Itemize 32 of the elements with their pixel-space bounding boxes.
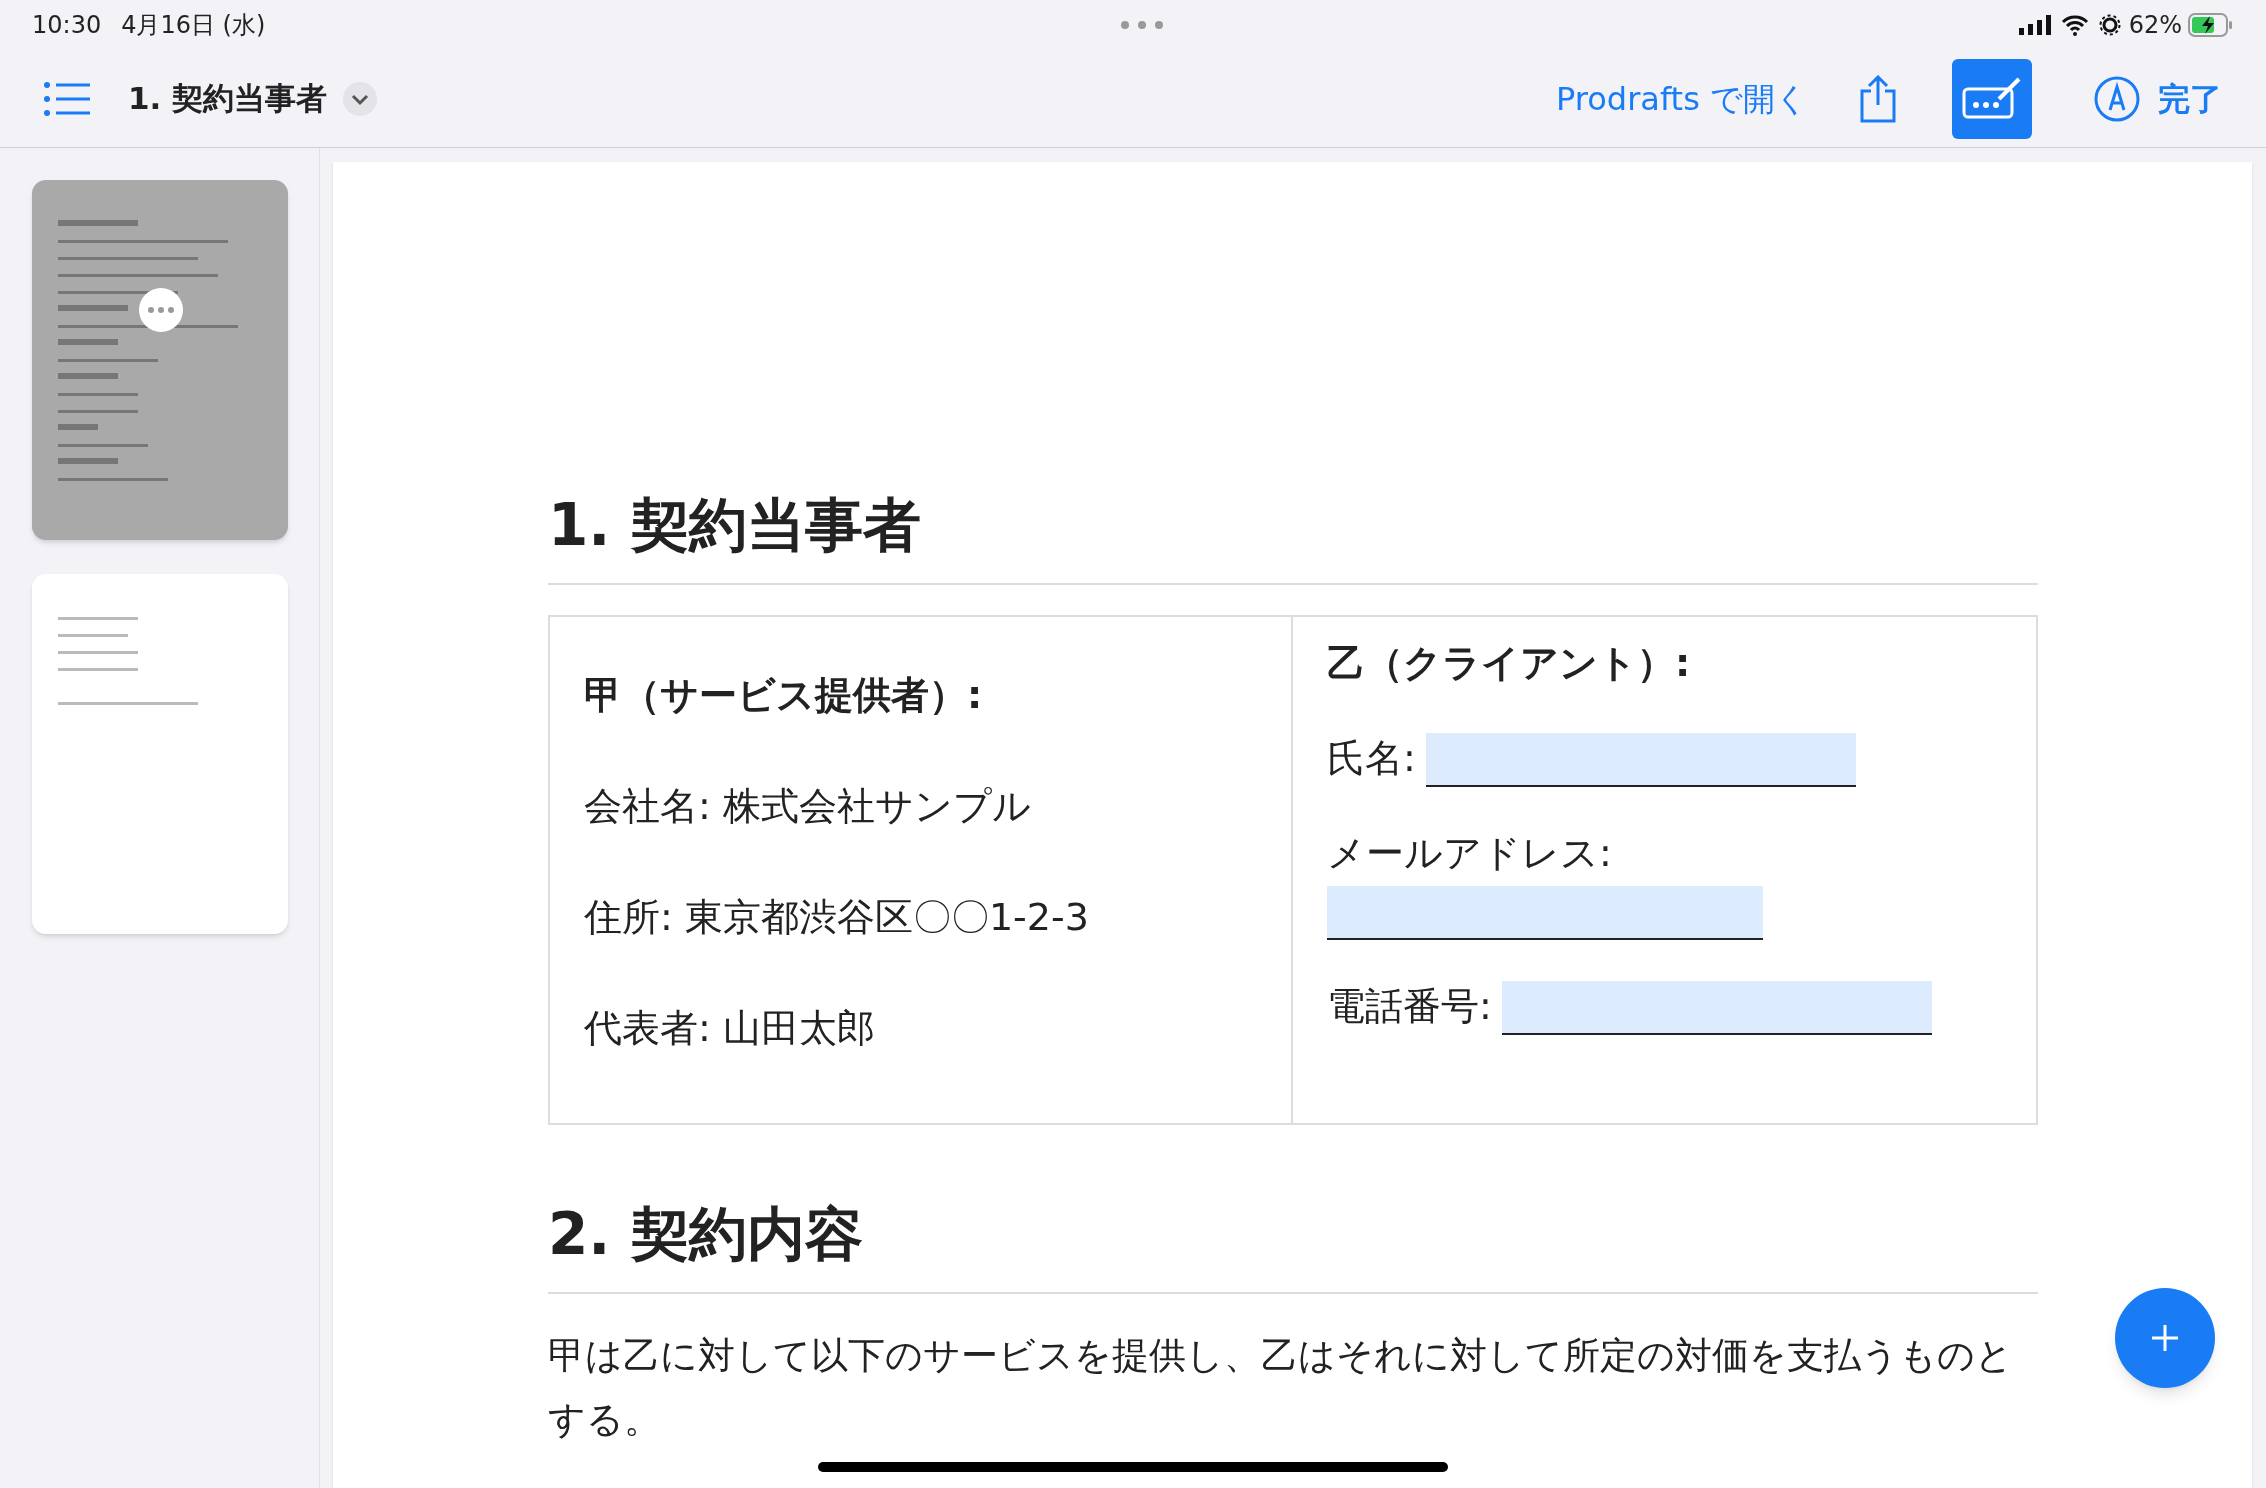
- more-icon[interactable]: [139, 288, 183, 332]
- field-label: 電話番号:: [1327, 983, 1492, 1030]
- paragraph: 甲は乙に対して以下のサービスを提供し、乙はそれに対して所定の対価を支払うものとする。: [548, 1333, 2014, 1443]
- battery-percent: 62%: [2128, 10, 2182, 41]
- field-label: 氏名:: [1327, 735, 1416, 782]
- battery-charging-icon: [2188, 13, 2234, 37]
- chevron-down-icon[interactable]: [343, 81, 378, 116]
- party-title: 甲（サービス提供者）:: [584, 672, 984, 719]
- wifi-icon: [2060, 14, 2089, 36]
- markup-button[interactable]: [1952, 58, 2032, 139]
- list-icon[interactable]: [44, 81, 90, 116]
- status-time: 10:30: [32, 10, 102, 41]
- pen-icon[interactable]: [2094, 75, 2140, 122]
- open-in-button[interactable]: Prodrafts で開く: [1556, 74, 1808, 123]
- party-detail: 住所: 東京都渋谷区〇〇1-2-3: [584, 894, 1090, 941]
- document-title: 1. 契約当事者: [128, 79, 328, 119]
- done-button[interactable]: 完了: [2158, 74, 2222, 123]
- field-label: メールアドレス:: [1327, 830, 1613, 877]
- keyboard-pen-icon: [1961, 76, 2023, 121]
- multitasking-icon[interactable]: [1120, 20, 1164, 30]
- party-detail: 会社名: 株式会社サンプル: [584, 783, 1032, 830]
- signal-icon: [2018, 15, 2051, 35]
- page-thumbnail[interactable]: [32, 180, 288, 540]
- party-title: 乙（クライアント）:: [1327, 640, 1692, 687]
- section-heading: 2. 契約内容: [548, 1191, 2038, 1294]
- share-icon[interactable]: [1858, 74, 1898, 123]
- gear-icon: [2098, 14, 2121, 36]
- status-date: 4月16日 (水): [121, 10, 266, 41]
- section-heading: 1. 契約当事者: [548, 482, 2038, 585]
- plus-icon: [2150, 1323, 2180, 1353]
- page-thumbnail[interactable]: [32, 574, 288, 934]
- party-detail: 代表者: 山田太郎: [584, 1005, 876, 1052]
